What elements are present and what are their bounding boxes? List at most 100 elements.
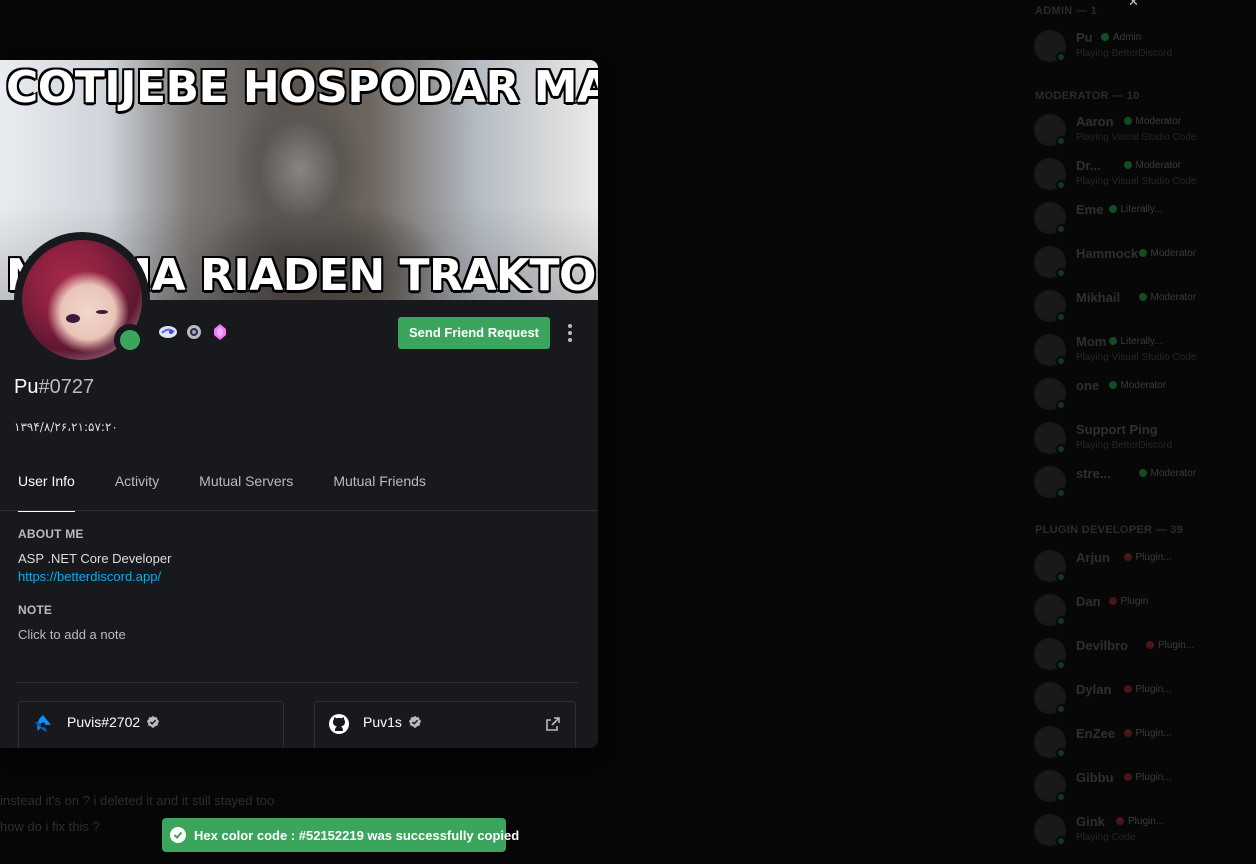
member-category: ADMIN — 1 [1035, 5, 1097, 17]
member-role: Moderator [1109, 380, 1167, 391]
chat-message: instead it's on ? i deleted it and it st… [0, 793, 275, 808]
hypesquad-icon[interactable] [158, 323, 178, 341]
member-status [1056, 356, 1066, 366]
member-role: Plugin... [1116, 816, 1164, 827]
member-list-item[interactable]: one Moderator [1034, 376, 1248, 416]
online-status-indicator [114, 324, 146, 356]
member-status [1056, 488, 1066, 498]
member-list-item[interactable]: Mikhail Moderator [1034, 288, 1248, 328]
member-status [1056, 616, 1066, 626]
avatar[interactable] [14, 232, 150, 368]
member-list-item[interactable]: Mom Literally... Playing Visual Studio Cod… [1034, 332, 1248, 372]
nitro-boost-icon[interactable] [184, 323, 204, 341]
gem-icon[interactable] [210, 323, 230, 341]
member-name: Mikhail [1076, 290, 1121, 305]
member-list-item[interactable]: Dr... Moderator Playing Visual Studio Code [1034, 156, 1248, 196]
member-status [1056, 572, 1066, 582]
member-name: Dr... [1076, 158, 1101, 173]
username: Pu#0727 [14, 376, 94, 399]
member-status [1056, 180, 1066, 190]
github-icon [327, 712, 351, 736]
connection-name: Puv1s [363, 714, 422, 730]
verified-icon [147, 715, 160, 729]
close-icon[interactable]: ✕ [1128, 0, 1139, 10]
about-me-link[interactable]: https://betterdiscord.app/ [18, 569, 161, 584]
member-role: Admin [1101, 32, 1141, 43]
battlenet-icon [31, 712, 55, 736]
username-name: Pu [14, 376, 39, 398]
member-name: Eme [1076, 202, 1104, 217]
about-me-heading: ABOUT ME [18, 527, 84, 541]
member-name: Dylan [1076, 682, 1112, 697]
member-status [1056, 748, 1066, 758]
member-list-item[interactable]: Dylan Plugin... [1034, 680, 1248, 720]
member-list-item[interactable]: Arjun Plugin... [1034, 548, 1248, 588]
member-role: Moderator [1124, 160, 1182, 171]
toast-message: Hex color code : #52152219 was successfu… [194, 827, 520, 843]
member-name: EnZee [1076, 726, 1116, 741]
member-list-item[interactable]: EnZee Plugin... [1034, 724, 1248, 764]
toast-notification: Hex color code : #52152219 was successfu… [162, 818, 519, 852]
username-discriminator: #0727 [38, 376, 95, 398]
member-list-item[interactable]: Gink Plugin... Playing Code [1034, 812, 1248, 852]
member-role: Literally... [1109, 336, 1163, 347]
member-status [1056, 660, 1066, 670]
custom-status: ۱۳۹۴/۸/۲۶،۲۱:۵۷:۲۰ [14, 420, 118, 434]
member-role: Plugin [1109, 596, 1149, 607]
member-role: Moderator [1139, 292, 1197, 303]
member-list-item[interactable]: Aaron Moderator Playing Visual Studio Code [1034, 112, 1248, 152]
member-list-item[interactable]: Hammock Moderator [1034, 244, 1248, 284]
profile-tabs: User Info Activity Mutual Servers Mutual… [18, 464, 426, 512]
member-category: PLUGIN DEVELOPER — 39 [1035, 524, 1184, 536]
member-status [1056, 52, 1066, 62]
member-status [1056, 400, 1066, 410]
note-input[interactable]: Click to add a note [18, 627, 126, 642]
member-role: Plugin... [1124, 552, 1172, 563]
verified-icon [408, 715, 422, 729]
tab-user-info[interactable]: User Info [18, 464, 75, 512]
chat-message: how do i fix this ? [0, 819, 100, 834]
member-role: Plugin... [1124, 772, 1172, 783]
member-list-item[interactable]: Support Ping Playing BetterDiscord [1034, 420, 1248, 460]
member-activity: Playing BetterDiscord [1076, 48, 1173, 59]
member-activity: Playing BetterDiscord [1076, 440, 1173, 451]
member-name: Dan [1076, 594, 1101, 609]
member-name: one [1076, 378, 1100, 393]
banner-caption-top: COTIJEBE HOSPODAR MARTIN [6, 62, 598, 113]
member-role: Plugin... [1124, 684, 1172, 695]
connections: Puvis#2702 Puv1s [16, 682, 578, 748]
member-status [1056, 136, 1066, 146]
member-list-item[interactable]: stre... Moderator [1034, 464, 1248, 504]
member-list-item[interactable]: Dan Plugin [1034, 592, 1248, 632]
member-list-item[interactable]: Gibbu Plugin... [1034, 768, 1248, 808]
connection-name-text: Puvis#2702 [67, 714, 141, 730]
profile-badges [158, 322, 230, 342]
tab-mutual-servers[interactable]: Mutual Servers [199, 464, 293, 510]
user-profile-popout: COTIJEBE HOSPODAR MARTIN N N MA RIADEN T… [0, 60, 598, 748]
more-options-icon[interactable] [560, 317, 580, 349]
member-status [1056, 704, 1066, 714]
member-name: Gibbu [1076, 770, 1114, 785]
member-list-item[interactable]: Eme Literally... [1034, 200, 1248, 240]
member-status [1056, 444, 1066, 454]
member-name: stre... [1076, 466, 1111, 481]
member-status [1056, 312, 1066, 322]
member-role: Plugin... [1124, 728, 1172, 739]
note-heading: NOTE [18, 603, 53, 617]
connection-battlenet[interactable]: Puvis#2702 [18, 701, 284, 748]
send-friend-request-button[interactable]: Send Friend Request [398, 317, 550, 349]
connection-github[interactable]: Puv1s [314, 701, 576, 748]
connection-name: Puvis#2702 [67, 714, 160, 730]
member-name: Hammock [1076, 246, 1139, 261]
member-role: Moderator [1139, 468, 1197, 479]
member-activity: Playing Visual Studio Code [1076, 176, 1197, 187]
member-list-item[interactable]: Devilbro Plugin... [1034, 636, 1248, 676]
member-role: Moderator [1124, 116, 1182, 127]
tab-mutual-friends[interactable]: Mutual Friends [333, 464, 426, 510]
member-role: Plugin... [1146, 640, 1194, 651]
tab-activity[interactable]: Activity [115, 464, 159, 510]
member-list: ADMIN — 1 MODERATOR — 10 PLUGIN DEVELOPE… [1020, 0, 1256, 864]
member-category: MODERATOR — 10 [1035, 90, 1140, 102]
external-link-icon[interactable] [545, 716, 561, 732]
member-list-item[interactable]: Pu Admin Playing BetterDiscord [1034, 28, 1248, 68]
